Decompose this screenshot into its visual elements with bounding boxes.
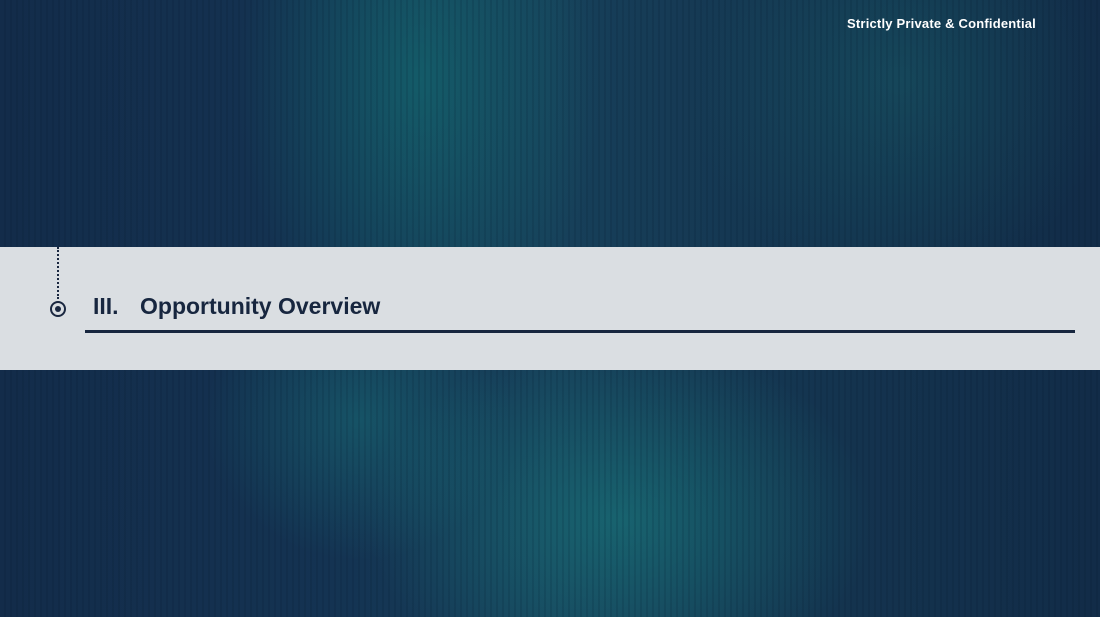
target-circle-icon (50, 301, 66, 317)
dotted-connector-line (57, 247, 59, 299)
slide-background: Strictly Private & Confidential III. Opp… (0, 0, 1100, 617)
title-underline (85, 330, 1075, 333)
section-number: III. (93, 293, 119, 319)
confidentiality-label: Strictly Private & Confidential (847, 16, 1036, 31)
section-title: Opportunity Overview (140, 293, 381, 319)
